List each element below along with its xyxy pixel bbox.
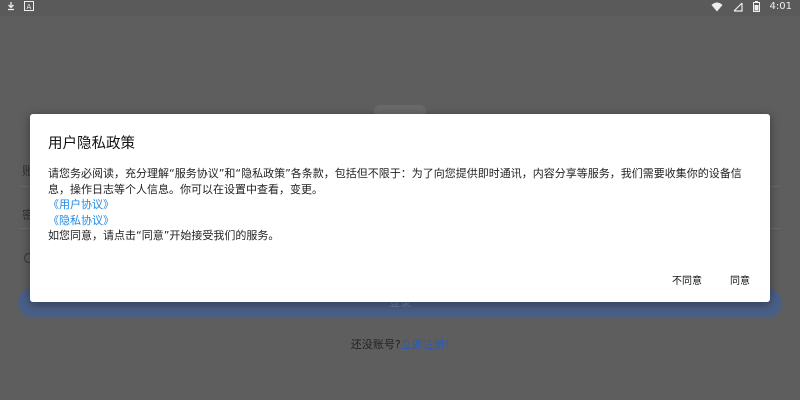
battery-icon <box>752 1 760 12</box>
font-icon: A <box>24 1 34 11</box>
status-right: 4:01 <box>711 1 792 12</box>
status-left: A <box>6 1 34 11</box>
wifi-icon <box>711 2 723 11</box>
register-text: 还没账号? <box>350 338 401 351</box>
privacy-agreement-link[interactable]: 《隐私协议》 <box>48 213 758 229</box>
no-sim-icon <box>733 2 743 12</box>
status-bar: A 4:01 <box>0 0 800 16</box>
status-time: 4:01 <box>769 1 792 12</box>
privacy-policy-dialog: 用户隐私政策 请您务必阅读，充分理解“服务协议”和“隐私政策”各条款，包括但不限… <box>30 114 770 302</box>
dialog-body: 请您务必阅读，充分理解“服务协议”和“隐私政策”各条款，包括但不限于：为了向您提… <box>48 166 758 244</box>
download-icon <box>8 2 14 11</box>
disagree-button[interactable]: 不同意 <box>672 272 702 287</box>
register-prompt: 还没账号?立即注册! <box>0 336 800 352</box>
dialog-body-text-1: 请您务必阅读，充分理解“服务协议”和“隐私政策”各条款，包括但不限于：为了向您提… <box>48 167 742 196</box>
agree-button[interactable]: 同意 <box>730 272 750 287</box>
dialog-title: 用户隐私政策 <box>48 136 135 152</box>
svg-text:A: A <box>27 3 32 11</box>
dialog-body-text-2: 如您同意，请点击“同意”开始接受我们的服务。 <box>48 229 280 242</box>
user-agreement-link[interactable]: 《用户协议》 <box>48 197 758 213</box>
register-link[interactable]: 立即注册! <box>401 338 449 351</box>
